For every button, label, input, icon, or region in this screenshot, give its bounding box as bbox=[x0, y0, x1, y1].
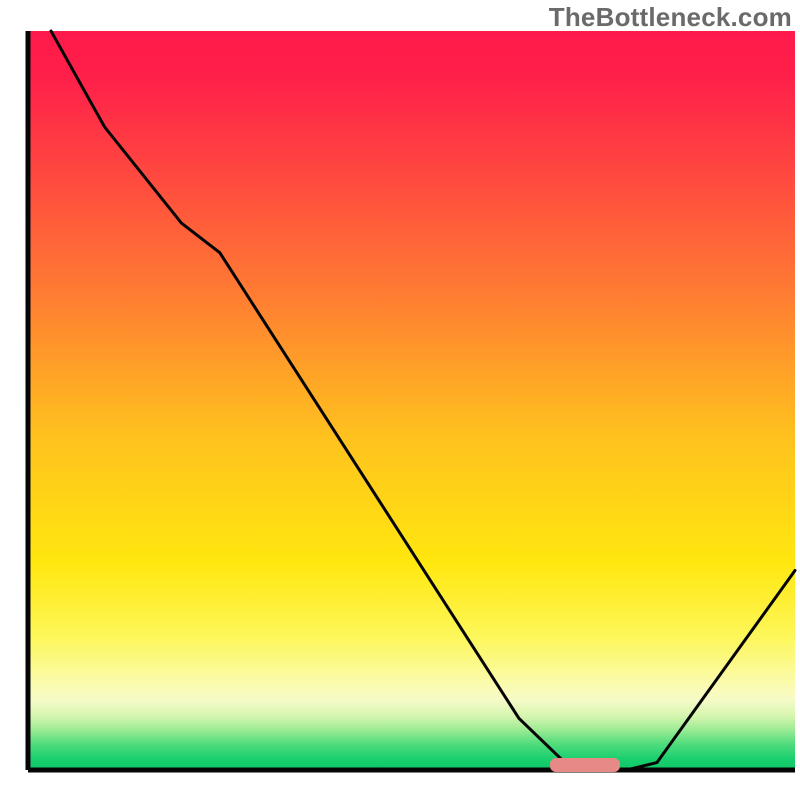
watermark-text: TheBottleneck.com bbox=[549, 2, 792, 33]
optimum-marker bbox=[550, 758, 620, 772]
gradient-area bbox=[28, 31, 795, 770]
chart-svg bbox=[0, 0, 800, 800]
bottleneck-chart: TheBottleneck.com bbox=[0, 0, 800, 800]
